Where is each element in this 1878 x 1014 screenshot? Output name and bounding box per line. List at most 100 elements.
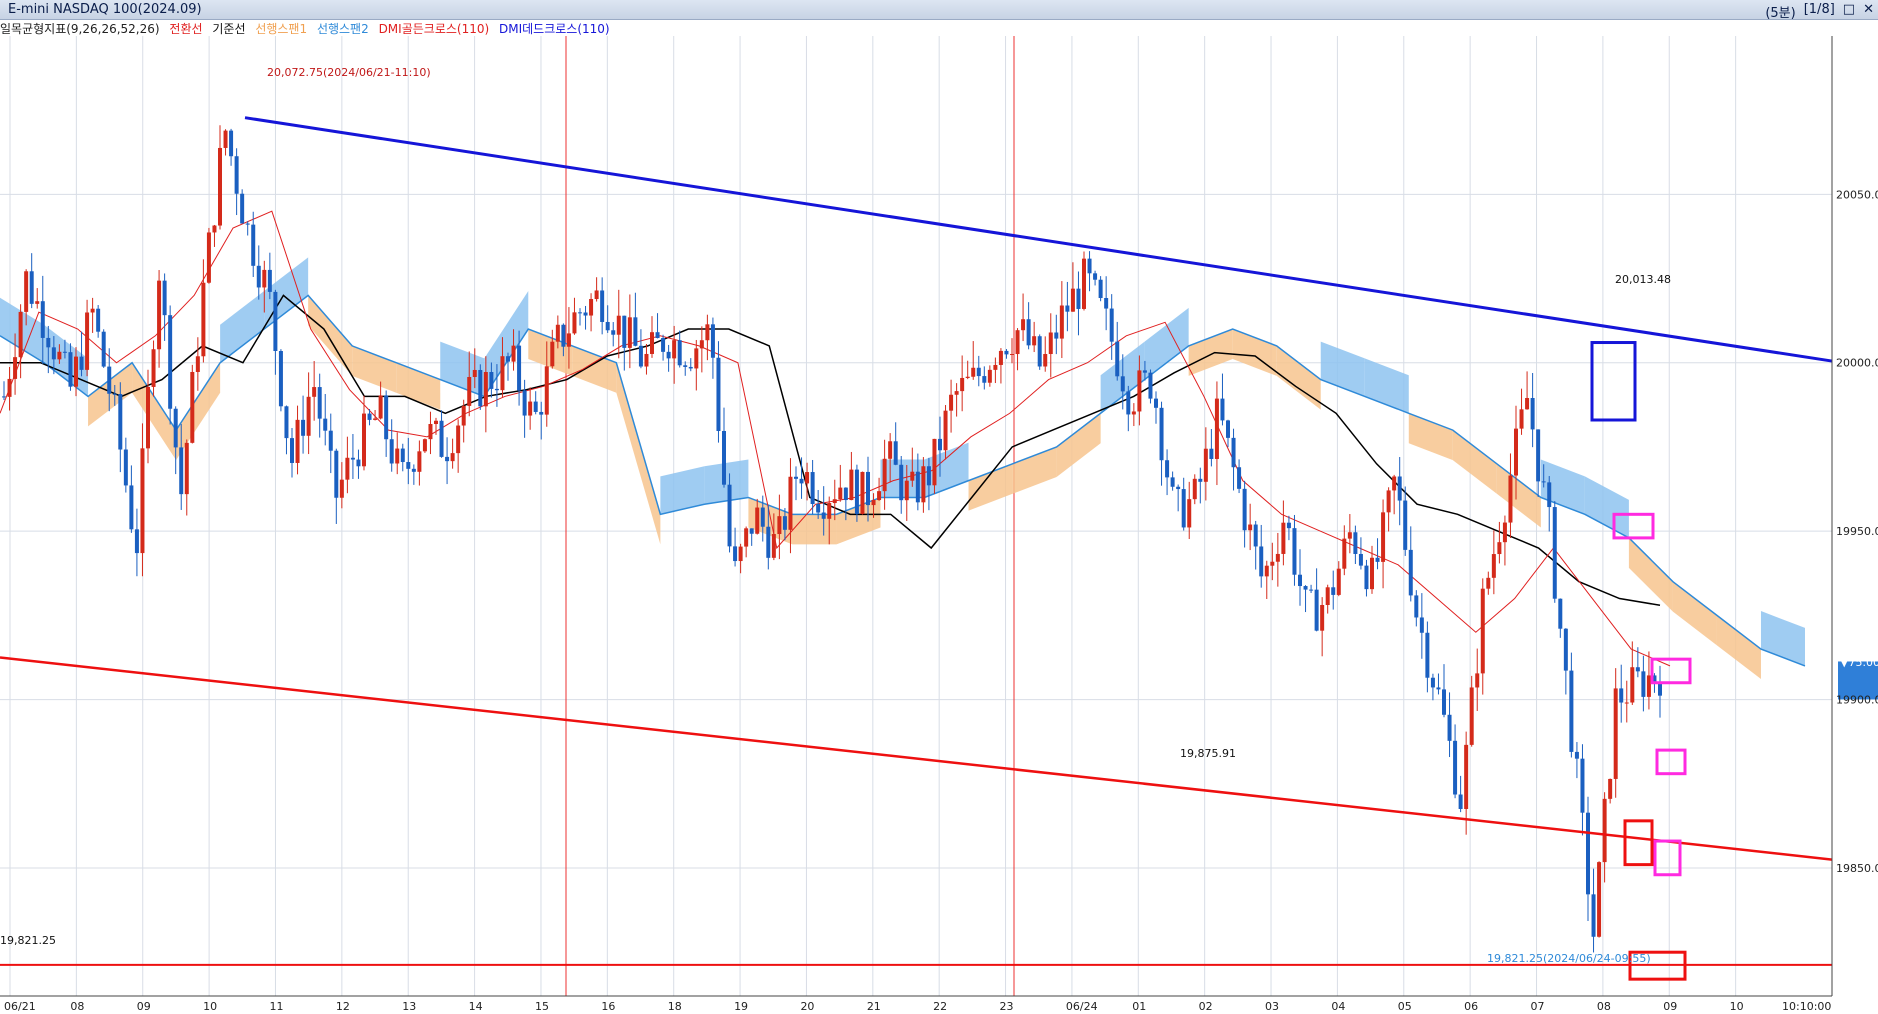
candle-body <box>710 324 715 358</box>
candle-body <box>976 367 981 377</box>
chart-title: E-mini NASDAQ 100(2024.09) <box>8 2 202 17</box>
period-label[interactable]: (5분) <box>1765 2 1795 21</box>
candle-body <box>273 291 278 352</box>
candle-body <box>494 388 499 391</box>
candle-body <box>655 332 660 339</box>
candle-body <box>1336 568 1341 595</box>
candle-body <box>162 280 167 316</box>
candle-body <box>1414 595 1419 618</box>
candle-body <box>827 503 832 519</box>
window-titlebar: E-mini NASDAQ 100(2024.09) (5분) [1/8] □ … <box>0 0 1878 21</box>
candle-body <box>1525 398 1530 410</box>
candle-body <box>1419 617 1424 633</box>
restore-icon[interactable]: □ <box>1843 2 1855 21</box>
candle-body <box>733 546 738 562</box>
candle-body <box>1015 330 1020 355</box>
candle-body <box>411 468 416 472</box>
candle-body <box>522 390 527 416</box>
candle-body <box>594 290 599 300</box>
y-tick-label: 19850.00 <box>1836 862 1878 875</box>
candle-body <box>1353 532 1358 554</box>
candle-body <box>1574 751 1579 759</box>
candle-body <box>278 351 283 407</box>
x-tick-label: 20 <box>800 1000 814 1013</box>
candle-body <box>1375 557 1380 562</box>
candle-body <box>589 299 594 316</box>
candle-body <box>500 356 505 391</box>
candle-body <box>1442 689 1446 715</box>
candle-body <box>1010 354 1014 356</box>
candle-body <box>539 411 544 415</box>
candle-body <box>284 406 289 439</box>
candle-body <box>1170 477 1175 487</box>
x-tick-label: 22 <box>933 1000 947 1013</box>
candle-body <box>1630 667 1635 703</box>
candle-body <box>1464 744 1469 809</box>
candle-body <box>1142 370 1147 373</box>
x-tick-label: 15 <box>535 1000 549 1013</box>
candle-body <box>1408 549 1413 596</box>
x-tick-label: 19 <box>734 1000 748 1013</box>
candle-body <box>860 471 865 514</box>
candle-body <box>1137 370 1142 412</box>
candle-body <box>605 321 610 331</box>
x-tick-label: 09 <box>1663 1000 1677 1013</box>
candle-body <box>1004 350 1009 355</box>
legend-dmi-dead: DMI데드크로스(110) <box>499 22 610 36</box>
candle-body <box>29 271 34 304</box>
candle-body <box>688 366 693 369</box>
candle-body <box>140 448 145 554</box>
candle-body <box>926 466 931 486</box>
candle-body <box>345 457 350 480</box>
candle-body <box>683 365 688 367</box>
candle-body <box>146 386 150 449</box>
candle-body <box>229 130 234 157</box>
candle-body <box>633 317 638 346</box>
candle-body <box>439 420 444 457</box>
candle-body <box>483 372 488 407</box>
candle-body <box>107 366 112 394</box>
candle-body <box>1048 332 1053 355</box>
close-icon[interactable]: ✕ <box>1863 2 1874 21</box>
candle-body <box>1270 561 1275 566</box>
candle-body <box>1541 481 1546 483</box>
price-chart[interactable]: 06/21 08 09 10 11 12 13 14 15 16 18 19 20 21 22 23 06/24… <box>0 36 1878 1014</box>
candle-body <box>1608 778 1613 799</box>
candle-body <box>1641 671 1646 697</box>
candle-body <box>1198 478 1203 482</box>
candle-body <box>1181 489 1186 528</box>
candle-body <box>40 301 45 338</box>
candle-body <box>1187 499 1192 528</box>
blue-box <box>1590 341 1637 422</box>
candle-body <box>306 396 311 436</box>
candle-body <box>262 269 267 288</box>
candle-body <box>46 337 51 348</box>
candle-body <box>328 430 333 451</box>
candle-body <box>816 504 821 513</box>
candle-body <box>195 356 200 372</box>
candle-body <box>240 193 245 224</box>
candle-body <box>1021 319 1026 331</box>
candle-body <box>1497 542 1502 555</box>
candle-body <box>1087 258 1092 274</box>
candle-body <box>899 464 904 501</box>
candle-body <box>771 534 776 558</box>
candle-body <box>1237 467 1242 489</box>
candle-body <box>123 449 128 486</box>
candle-body <box>810 472 815 505</box>
x-tick-label: 09 <box>137 1000 151 1013</box>
candle-body <box>555 324 560 342</box>
candle-body <box>218 147 222 226</box>
upper-trend-value: 20,013.48 <box>1615 273 1671 286</box>
lower-trend-value: 19,875.91 <box>1180 747 1236 760</box>
cloud-segment <box>1232 329 1277 376</box>
candle-body <box>1563 628 1568 671</box>
x-tick-label: 08 <box>70 1000 84 1013</box>
x-tick-label: 21 <box>867 1000 881 1013</box>
candle-body <box>1104 298 1109 309</box>
x-tick-label: 06/21 <box>4 1000 36 1013</box>
x-tick-label: 08 <box>1597 1000 1611 1013</box>
candle-body <box>1192 478 1197 500</box>
candle-body <box>1536 429 1541 482</box>
candle-body <box>666 351 671 359</box>
